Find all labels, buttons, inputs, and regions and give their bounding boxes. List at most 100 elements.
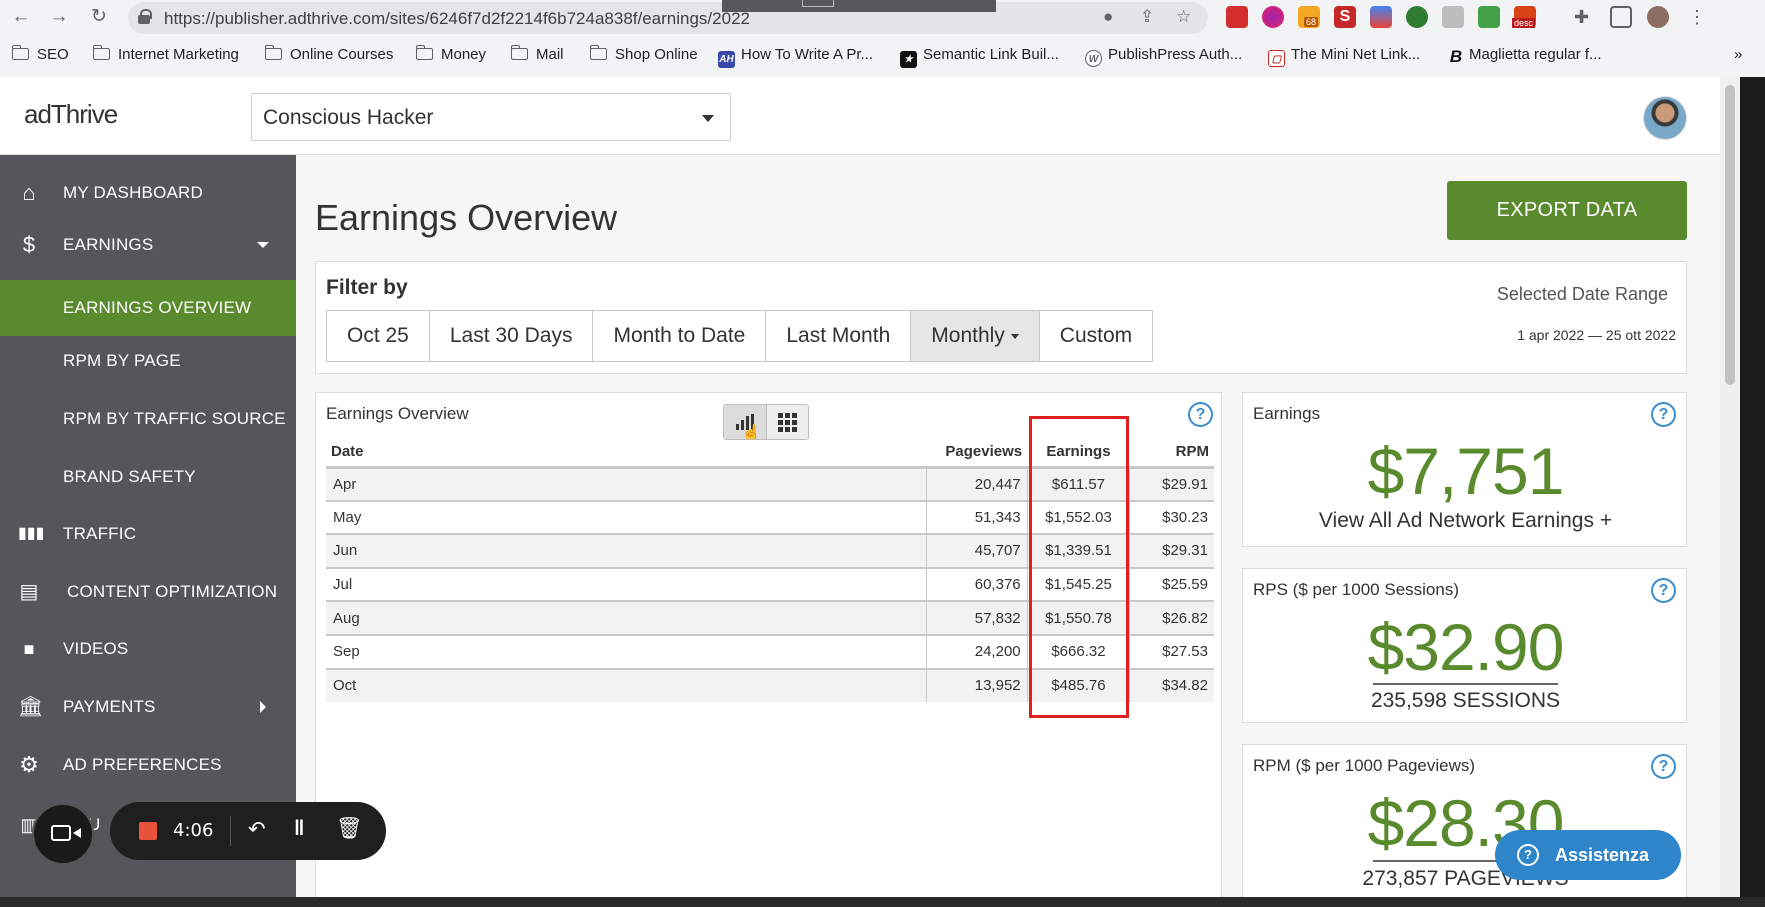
- user-avatar[interactable]: [1643, 96, 1687, 140]
- folder-icon: [510, 45, 528, 60]
- adthrive-logo[interactable]: adThrive: [24, 99, 118, 130]
- table-view-button[interactable]: [765, 405, 808, 439]
- sidebar-item-traffic[interactable]: ▮▮▮ TRAFFIC: [0, 509, 296, 559]
- earnings-card-title: Earnings: [1253, 404, 1321, 423]
- sidebar-item-my-dashboard[interactable]: ⌂ MY DASHBOARD: [0, 168, 296, 218]
- cell-rpm: $25.59: [1129, 567, 1214, 603]
- bookmark-money[interactable]: Money: [415, 45, 486, 63]
- page-scrollbar[interactable]: [1720, 77, 1740, 907]
- extension-flower-icon[interactable]: [1262, 6, 1284, 28]
- cell-date: Oct: [326, 668, 928, 703]
- microphone-icon[interactable]: ●: [1103, 7, 1113, 27]
- share-icon[interactable]: ⇪: [1140, 7, 1154, 27]
- bookmark-maglietta[interactable]: B Maglietta regular f...: [1449, 46, 1602, 65]
- forward-arrow-icon[interactable]: →: [46, 4, 72, 30]
- extensions-puzzle-icon[interactable]: ✚: [1574, 6, 1596, 28]
- sidebar-item-brand-safety[interactable]: BRAND SAFETY: [0, 452, 296, 502]
- back-arrow-icon[interactable]: ←: [8, 4, 34, 30]
- column-header-rpm[interactable]: RPM: [1129, 437, 1214, 469]
- video-icon: ■: [23, 639, 35, 659]
- address-bar[interactable]: https://publisher.adthrive.com/sites/624…: [128, 2, 1208, 34]
- bookmark-mail[interactable]: Mail: [510, 45, 564, 63]
- filter-today-button[interactable]: Oct 25: [327, 311, 430, 361]
- trash-icon[interactable]: 🗑: [336, 817, 363, 841]
- extension-grey-icon[interactable]: [1442, 6, 1464, 28]
- view-all-ad-network-earnings-link[interactable]: View All Ad Network Earnings +: [1243, 509, 1688, 533]
- extension-green-icon[interactable]: [1406, 6, 1428, 28]
- sidebar-item-videos[interactable]: ■ VIDEOS: [0, 624, 296, 674]
- extension-red-icon[interactable]: [1226, 6, 1248, 28]
- extension-camera-icon[interactable]: [1370, 6, 1392, 28]
- column-header-date[interactable]: Date: [326, 437, 927, 469]
- pause-icon[interactable]: ‖: [294, 817, 304, 841]
- filter-month-to-date-button[interactable]: Month to Date: [593, 311, 767, 361]
- bookmark-online-courses[interactable]: Online Courses: [264, 45, 393, 63]
- cell-rpm: $26.82: [1129, 601, 1214, 636]
- bookmark-internet-marketing[interactable]: Internet Marketing: [92, 45, 239, 63]
- bookmark-semantic-link[interactable]: ★ Semantic Link Buil...: [900, 46, 1059, 68]
- bookmark-how-to-write[interactable]: AH How To Write A Pr...: [718, 46, 873, 68]
- reload-icon[interactable]: ↻: [86, 4, 112, 30]
- sidebar-item-content-optimization[interactable]: ▤ CONTENT OPTIMIZATION: [0, 567, 296, 617]
- bookmark-seo[interactable]: SEO: [11, 45, 69, 63]
- filter-custom-button[interactable]: Custom: [1039, 311, 1153, 361]
- sidebar-item-rpm-by-page[interactable]: RPM BY PAGE: [0, 336, 296, 386]
- folder-icon: [589, 45, 607, 60]
- folder-icon: [415, 45, 433, 60]
- assistance-label: Assistenza: [1555, 845, 1650, 865]
- undo-icon[interactable]: ↶: [248, 817, 266, 842]
- bookmark-shop-online[interactable]: Shop Online: [589, 45, 698, 63]
- assistance-button[interactable]: ? Assistenza: [1495, 830, 1681, 880]
- help-icon[interactable]: ?: [1651, 578, 1676, 603]
- bookmark-publishpress[interactable]: W PublishPress Auth...: [1085, 46, 1242, 67]
- sidebar-item-rpm-by-traffic-source[interactable]: RPM BY TRAFFIC SOURCE: [0, 394, 296, 444]
- star-icon[interactable]: ☆: [1176, 7, 1191, 27]
- scrollbar-thumb[interactable]: [1725, 85, 1735, 385]
- site-select[interactable]: Conscious Hacker: [251, 93, 731, 141]
- url-text: https://publisher.adthrive.com/sites/624…: [164, 9, 750, 28]
- extension-desc-icon[interactable]: desc: [1512, 6, 1536, 28]
- filter-last-month-button[interactable]: Last Month: [766, 311, 912, 361]
- filter-monthly-label: Monthly: [931, 324, 1005, 347]
- cell-rpm: $34.82: [1129, 668, 1214, 703]
- export-data-button[interactable]: EXPORT DATA: [1447, 181, 1687, 240]
- side-panel-icon[interactable]: [1610, 6, 1632, 28]
- profile-avatar-icon[interactable]: [1647, 6, 1669, 28]
- folder-icon: [92, 45, 110, 60]
- cell-pageviews: 24,200: [926, 634, 1028, 670]
- chevron-right-icon: [260, 701, 266, 713]
- extension-badge-count: 68: [1304, 17, 1319, 27]
- chart-view-button[interactable]: ☝: [724, 405, 766, 439]
- sidebar-item-label: AD PREFERENCES: [63, 755, 222, 774]
- filter-last-30-days-button[interactable]: Last 30 Days: [429, 311, 594, 361]
- sidebar-item-ad-preferences[interactable]: ⚙ AD PREFERENCES: [0, 740, 296, 790]
- sidebar-item-payments[interactable]: 🏛 PAYMENTS: [0, 682, 296, 732]
- screen-capture-tab: [722, 0, 996, 12]
- extension-s-icon[interactable]: S: [1334, 6, 1356, 28]
- menu-dots-icon[interactable]: ⋮: [1686, 6, 1708, 28]
- main-content: Earnings Overview EXPORT DATA Filter by …: [296, 155, 1720, 907]
- filter-monthly-dropdown[interactable]: Monthly: [911, 311, 1040, 361]
- column-header-pageviews[interactable]: Pageviews: [926, 437, 1028, 469]
- cell-date: Aug: [326, 601, 928, 636]
- sidebar-item-earnings-overview[interactable]: EARNINGS OVERVIEW: [0, 280, 296, 336]
- camera-toggle-button[interactable]: [32, 803, 94, 865]
- help-icon[interactable]: ?: [1188, 402, 1213, 427]
- cell-date: Jul: [326, 567, 928, 603]
- grid-icon: [777, 413, 798, 432]
- stop-recording-icon[interactable]: [139, 822, 157, 840]
- sidebar-item-label: CONTENT OPTIMIZATION: [67, 582, 278, 601]
- extension-badge-icon[interactable]: 68: [1298, 6, 1320, 28]
- earnings-total-value: $7,751: [1367, 434, 1565, 508]
- help-icon[interactable]: ?: [1651, 754, 1676, 779]
- bookmarks-more-chevron-icon[interactable]: »: [1734, 46, 1742, 63]
- recording-timer: 4:06: [173, 820, 214, 841]
- selected-date-range-value: 1 apr 2022 — 25 ott 2022: [1517, 327, 1676, 343]
- sidebar-item-label: EARNINGS OVERVIEW: [63, 298, 252, 317]
- bookmark-mini-net-link[interactable]: ▢ The Mini Net Link...: [1268, 46, 1420, 67]
- help-icon[interactable]: ?: [1651, 402, 1676, 427]
- cell-pageviews: 57,832: [926, 601, 1028, 636]
- cell-rpm: $30.23: [1129, 500, 1214, 536]
- sidebar-item-earnings[interactable]: $ EARNINGS: [0, 220, 296, 270]
- extension-eyedropper-icon[interactable]: [1478, 6, 1500, 28]
